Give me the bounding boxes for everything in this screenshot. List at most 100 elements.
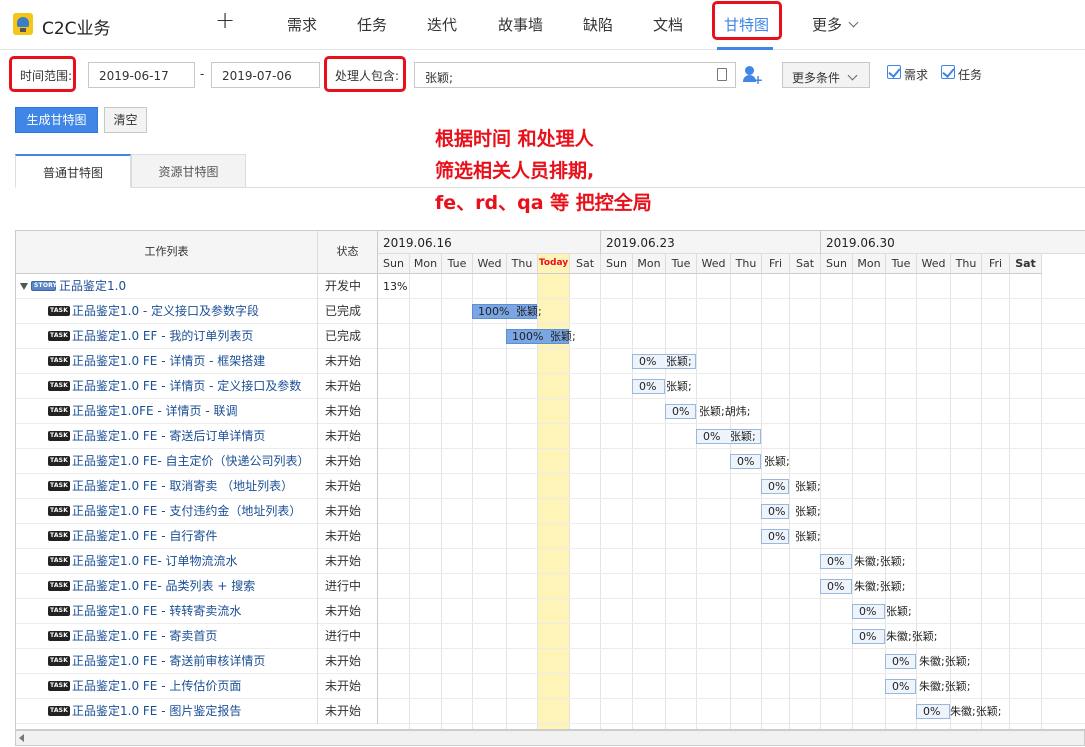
- work-item-title[interactable]: 正品鉴定1.0FE - 详情页 - 联调: [72, 399, 238, 423]
- bar-progress: 0%: [737, 455, 755, 468]
- work-item-title[interactable]: 正品鉴定1.0 EF - 我的订单列表页: [72, 324, 253, 348]
- work-item-title[interactable]: 正品鉴定1.0 FE- 自主定价（快递公司列表）: [72, 449, 310, 473]
- nav-item-defects[interactable]: 缺陷: [583, 14, 613, 35]
- tab-resource-gantt[interactable]: 资源甘特图: [131, 154, 246, 188]
- bar-assignee: 张颖;: [886, 605, 912, 618]
- nav-item-iterations[interactable]: 迭代: [427, 14, 457, 35]
- gantt-bar[interactable]: 0%: [885, 654, 916, 669]
- status-cell: 未开始: [318, 474, 378, 499]
- row-title-cell: TASK 正品鉴定1.0 - 定义接口及参数字段: [16, 299, 318, 324]
- task-row[interactable]: TASK 正品鉴定1.0 FE - 图片鉴定报告 未开始 0% 朱徽;张颖;: [16, 699, 1085, 724]
- task-row[interactable]: TASK 正品鉴定1.0 FE - 支付违约金（地址列表） 未开始 0% 张颖;: [16, 499, 1085, 524]
- work-item-title[interactable]: 正品鉴定1.0 FE - 详情页 - 定义接口及参数: [72, 374, 301, 398]
- status-cell: 已完成: [318, 324, 378, 349]
- nav-item-story-wall[interactable]: 故事墙: [498, 14, 543, 35]
- task-row[interactable]: TASK 正品鉴定1.0 FE - 寄送后订单详情页 未开始 0% 张颖;: [16, 424, 1085, 449]
- gantt-bar[interactable]: 0%: [665, 404, 696, 419]
- week-header: 2019.06.16: [378, 231, 601, 254]
- nav-item-docs[interactable]: 文档: [653, 14, 683, 35]
- add-button[interactable]: +: [215, 6, 235, 34]
- clear-button[interactable]: 清空: [104, 107, 147, 133]
- day-header: Tue: [666, 254, 697, 274]
- day-header: Sat: [790, 254, 821, 274]
- gantt-bar[interactable]: 0%: [916, 704, 950, 719]
- task-row[interactable]: TASK 正品鉴定1.0 FE- 订单物流流水 未开始 0% 朱徽;张颖;: [16, 549, 1085, 574]
- gantt-bar[interactable]: 0%: [852, 629, 885, 644]
- bar-progress: 0%: [639, 380, 657, 393]
- day-header: Wed: [697, 254, 731, 274]
- work-item-title[interactable]: 正品鉴定1.0 FE - 上传估价页面: [72, 674, 241, 698]
- status-cell: 进行中: [318, 574, 378, 599]
- gantt-bar[interactable]: 0%: [852, 604, 885, 619]
- work-item-title[interactable]: 正品鉴定1.0 FE - 寄卖首页: [72, 624, 217, 648]
- gantt-bar[interactable]: 0%: [730, 454, 761, 469]
- work-item-title[interactable]: 正品鉴定1.0 FE - 详情页 - 框架搭建: [72, 349, 265, 373]
- nav-item-gantt[interactable]: 甘特图: [724, 14, 769, 35]
- row-title-cell: TASK 正品鉴定1.0 FE - 上传估价页面: [16, 674, 318, 699]
- task-row[interactable]: TASK 正品鉴定1.0 FE - 自行寄件 未开始 0% 张颖;: [16, 524, 1085, 549]
- more-conditions-button[interactable]: 更多条件: [782, 62, 870, 88]
- task-row[interactable]: TASK 正品鉴定1.0 FE - 取消寄卖 （地址列表） 未开始 0% 张颖;: [16, 474, 1085, 499]
- horizontal-scrollbar[interactable]: [15, 730, 1085, 746]
- nav-more-label: 更多: [812, 16, 843, 34]
- task-row[interactable]: TASK 正品鉴定1.0 - 定义接口及参数字段 已完成 100% 张颖;: [16, 299, 1085, 324]
- work-item-title[interactable]: 正品鉴定1.0: [59, 274, 126, 298]
- scroll-left-arrow-icon[interactable]: [19, 734, 24, 742]
- bar-progress: 0%: [892, 655, 910, 668]
- status-header: 状态: [318, 231, 378, 274]
- work-item-title[interactable]: 正品鉴定1.0 FE - 转转寄卖流水: [72, 599, 241, 623]
- task-row[interactable]: TASK 正品鉴定1.0 FE - 寄卖首页 进行中 0% 朱徽;张颖;: [16, 624, 1085, 649]
- task-row[interactable]: TASK 正品鉴定1.0 FE - 上传估价页面 未开始 0% 朱徽;张颖;: [16, 674, 1085, 699]
- work-item-title[interactable]: 正品鉴定1.0 - 定义接口及参数字段: [72, 299, 259, 323]
- task-tag-icon: TASK: [48, 606, 70, 616]
- task-row[interactable]: TASK 正品鉴定1.0 FE - 详情页 - 框架搭建 未开始 0% 张颖;: [16, 349, 1085, 374]
- work-item-title[interactable]: 正品鉴定1.0 FE- 品类列表 + 搜索: [72, 574, 255, 598]
- gantt-bar[interactable]: 0%: [820, 579, 852, 594]
- date-end-input[interactable]: 2019-07-06: [211, 62, 320, 88]
- tab-normal-gantt[interactable]: 普通甘特图: [15, 154, 131, 188]
- day-header: Wed: [473, 254, 507, 274]
- task-row[interactable]: TASK 正品鉴定1.0 FE - 详情页 - 定义接口及参数 未开始 0% 张颖;: [16, 374, 1085, 399]
- row-title-cell: STORY 正品鉴定1.0: [16, 274, 318, 299]
- bar-progress: 0%: [768, 530, 786, 543]
- work-item-title[interactable]: 正品鉴定1.0 FE- 订单物流流水: [72, 549, 238, 573]
- gantt-bar[interactable]: 0%: [885, 679, 916, 694]
- task-row[interactable]: TASK 正品鉴定1.0 FE - 转转寄卖流水 未开始 0% 张颖;: [16, 599, 1085, 624]
- task-tag-icon: TASK: [48, 456, 70, 466]
- add-person-icon[interactable]: +: [743, 66, 763, 87]
- work-item-title[interactable]: 正品鉴定1.0 FE - 自行寄件: [72, 524, 217, 548]
- task-row[interactable]: TASK 正品鉴定1.0 FE- 品类列表 + 搜索 进行中 0% 朱徽;张颖;: [16, 574, 1085, 599]
- app-logo-icon: [13, 13, 33, 35]
- work-item-title[interactable]: 正品鉴定1.0 FE - 图片鉴定报告: [72, 699, 241, 723]
- row-title-cell: TASK 正品鉴定1.0 FE - 自行寄件: [16, 524, 318, 549]
- task-row[interactable]: TASK 正品鉴定1.0 EF - 我的订单列表页 已完成 100% 张颖;: [16, 324, 1085, 349]
- day-header: Sun: [378, 254, 410, 274]
- date-start-input[interactable]: 2019-06-17: [88, 62, 195, 88]
- contact-card-icon[interactable]: [717, 68, 727, 81]
- task-checkbox[interactable]: [941, 65, 955, 79]
- handler-input[interactable]: 张颖;: [414, 62, 736, 88]
- generate-gantt-button[interactable]: 生成甘特图: [15, 107, 98, 133]
- row-title-cell: TASK 正品鉴定1.0 FE - 寄送后订单详情页: [16, 424, 318, 449]
- collapse-triangle-icon[interactable]: [20, 283, 28, 290]
- task-row[interactable]: TASK 正品鉴定1.0 FE- 自主定价（快递公司列表） 未开始 0% 张颖;: [16, 449, 1085, 474]
- task-tag-icon: TASK: [48, 331, 70, 341]
- nav-item-requirements[interactable]: 需求: [287, 14, 317, 35]
- gantt-bar[interactable]: 0%: [761, 529, 789, 544]
- gantt-bar[interactable]: 0%: [820, 554, 852, 569]
- gantt-bar[interactable]: 0%: [761, 479, 789, 494]
- row-title-cell: TASK 正品鉴定1.0 FE - 转转寄卖流水: [16, 599, 318, 624]
- app-title[interactable]: C2C业务: [42, 14, 111, 39]
- work-item-title[interactable]: 正品鉴定1.0 FE - 寄送后订单详情页: [72, 424, 265, 448]
- nav-item-more[interactable]: 更多: [812, 14, 859, 35]
- task-row[interactable]: TASK 正品鉴定1.0FE - 详情页 - 联调 未开始 0% 张颖;胡炜;: [16, 399, 1085, 424]
- work-item-title[interactable]: 正品鉴定1.0 FE - 取消寄卖 （地址列表）: [72, 474, 293, 498]
- requirement-checkbox[interactable]: [887, 65, 901, 79]
- gantt-bar[interactable]: 0%: [632, 379, 665, 394]
- work-item-title[interactable]: 正品鉴定1.0 FE - 支付违约金（地址列表）: [72, 499, 301, 523]
- work-item-title[interactable]: 正品鉴定1.0 FE - 寄送前审核详情页: [72, 649, 265, 673]
- story-row[interactable]: STORY 正品鉴定1.0 开发中 13%: [16, 274, 1085, 299]
- task-row[interactable]: TASK 正品鉴定1.0 FE - 寄送前审核详情页 未开始 0% 朱徽;张颖;: [16, 649, 1085, 674]
- nav-item-tasks[interactable]: 任务: [357, 14, 387, 35]
- gantt-bar[interactable]: 0%: [761, 504, 789, 519]
